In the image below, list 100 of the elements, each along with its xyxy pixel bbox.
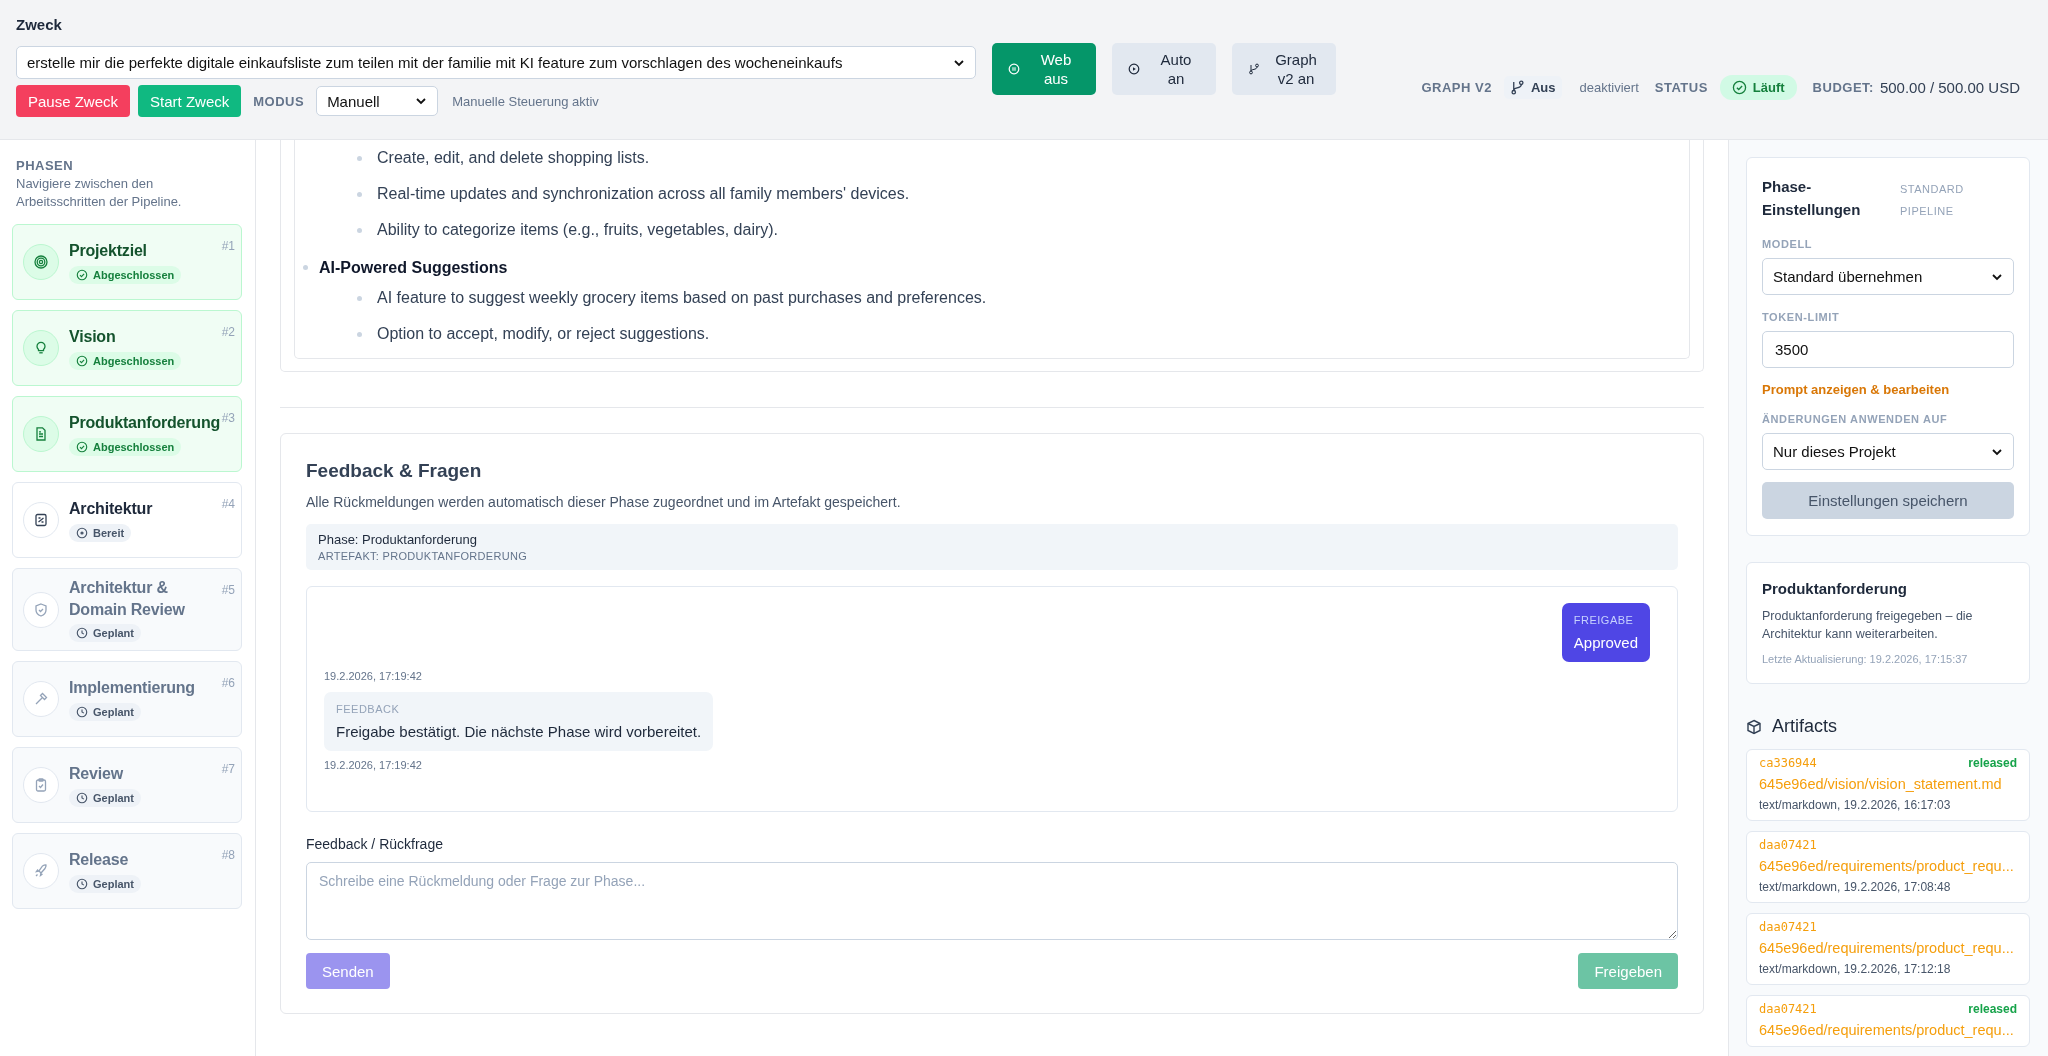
sidebar-title: PHASEN [16,158,75,173]
chevron-down-icon [415,95,428,107]
phase-name: Projektziel [69,241,147,262]
phase-card[interactable]: Vision Abgeschlossen #2 [12,310,242,387]
mode-hint: Manuelle Steuerung aktiv [452,93,599,109]
list-item: Ability to categorize items (e.g., fruits, vegetables, dairy). [377,221,779,238]
status-badge: Abgeschlossen [69,437,182,456]
artifact-path: 645e96ed/requirements/product_requ... [1759,858,2015,875]
status-badge: Geplant [69,789,141,808]
artifact-card[interactable]: ca336944 released 645e96ed/vision/vision_statement.md text/markdown, 19.2.2026, 16:17:03 [1746,749,2030,822]
artifact-path: 645e96ed/vision/vision_statement.md [1759,776,2003,793]
clock-icon [76,627,88,640]
action-button[interactable]: Pause Zweck [16,85,131,117]
apply-label: ÄNDERUNGEN ANWENDEN AUF [1762,413,1949,425]
phase-number: #1 [221,239,235,254]
message-label: FREIGABE [1573,614,1635,626]
phase-card[interactable]: Review Geplant #7 [12,747,242,824]
status-badge: Geplant [69,875,141,894]
toggle-button[interactable]: Auto an [1112,43,1216,95]
message-time: 19.2.2026, 17:19:42 [324,670,423,682]
list-item: AI feature to suggest weekly grocery items based on past purchases and preferences. [377,289,987,306]
phase-card[interactable]: Release Geplant #8 [12,833,242,910]
status-value: Läuft [1752,79,1785,95]
phase-name: Architektur [69,499,153,520]
graph-value: Aus [1530,79,1556,95]
phase-status-text: Produktanforderung freigegeben – die Architektur kann weiterarbeiten. [1762,608,1974,644]
target-icon [23,244,59,281]
released-tag: released [1968,756,2017,771]
feedback-title: Feedback & Fragen [306,460,483,482]
dot-circle-icon [76,526,88,539]
list-heading: AI-Powered Suggestions [319,258,508,278]
status-badge: Geplant [69,703,141,722]
hammer-icon [23,681,59,718]
list-item: Real-time updates and synchronization across all family members' devices. [377,185,910,202]
phase-card[interactable]: Implementierung Geplant #6 [12,661,242,738]
input-label: Feedback / Rückfrage [306,836,444,852]
branch-icon [1248,63,1260,75]
phase-name: Implementierung [69,678,195,699]
status-badge: Abgeschlossen [69,351,182,370]
message-label: FEEDBACK [336,703,401,715]
cube-icon [1746,718,1762,735]
artifact-path: 645e96ed/requirements/product_requ... [1759,1022,2015,1039]
artifact-card[interactable]: daa07421 645e96ed/requirements/product_requ... text/markdown, 19.2.2026, 17:12:18 [1746,913,2030,986]
artifact-card[interactable]: daa07421 645e96ed/requirements/product_requ... text/markdown, 19.2.2026, 17:08:48 [1746,831,2030,904]
rocket-icon [23,853,59,890]
clock-icon [76,878,88,891]
check-circle-icon [76,354,88,367]
artifact-id: daa07421 [1759,1002,1817,1017]
status-label: STATUS [1654,79,1708,95]
feedback-input[interactable]: Schreibe eine Rückmeldung oder Frage zur Phase... [306,862,1678,940]
settings-title: Phase-Einstellungen [1762,177,1862,220]
clock-icon [76,792,88,805]
phase-name: Architektur & Domain Review [69,578,186,620]
mode-select[interactable]: Manuell [316,86,439,116]
apply-select[interactable]: Nur dieses Projekt [1762,433,2014,470]
check-circle-icon [76,268,88,281]
purpose-select[interactable]: erstelle mir die perfekte digitale einkaufsliste zum teilen mit der familie mit KI feature zum vorschlagen des wocheneinkaufs [16,46,976,79]
sidebar-subtitle: Navigiere zwischen den Arbeitsschritten der Pipeline. [16,175,183,211]
list-item: Create, edit, and delete shopping lists. [377,149,650,166]
phase-number: #4 [221,497,235,512]
phase-name: Produktanforderung [69,413,221,434]
budget-value: 500.00 / 500.00 USD [1879,78,2020,96]
phase-number: #3 [221,411,235,426]
artifact-id: daa07421 [1759,920,1817,935]
phase-number: #8 [221,848,235,863]
clipboard-icon [23,767,59,804]
artifact-id: daa07421 [1759,838,1817,853]
branch-icon [1509,79,1525,95]
status-badge: Geplant [69,624,141,643]
purpose-label: Zweck [16,16,63,33]
artifact-path: 645e96ed/requirements/product_requ... [1759,940,2015,957]
phase-number: #5 [221,583,235,598]
artifacts-title: Artifacts [1772,716,1837,738]
settings-scope: STANDARD PIPELINE [1900,182,1965,219]
phase-name: Review [69,764,123,785]
phase-name: Vision [69,327,116,348]
phase-card[interactable]: Architektur & Domain Review Geplant #5 [12,568,242,652]
model-label: MODELL [1762,238,1814,250]
phase-number: #6 [221,676,235,691]
toggle-button[interactable]: Graph v2 an [1232,43,1336,95]
phase-card[interactable]: Architektur Bereit #4 [12,482,242,559]
token-limit-label: TOKEN-LIMIT [1762,311,1841,323]
message-time: 19.2.2026, 17:19:42 [324,759,423,771]
artifact-meta: text/markdown, 19.2.2026, 17:12:18 [1759,962,1952,977]
released-tag: released [1968,1002,2017,1017]
phase-card[interactable]: Projektziel Abgeschlossen #1 [12,224,242,301]
list-item: Option to accept, modify, or reject suggestions. [377,325,710,342]
toggle-button[interactable]: Web aus [992,43,1096,95]
phase-status-title: Produktanforderung [1762,580,1908,597]
artifact-meta: text/markdown, 19.2.2026, 16:17:03 [1759,798,1952,813]
artifact-id: ca336944 [1759,756,1817,771]
status-badge: Bereit [69,523,132,542]
model-select[interactable]: Standard übernehmen [1762,258,2014,295]
lightbulb-icon [23,330,59,367]
clock-icon [76,706,88,719]
token-limit-input[interactable]: 3500 [1762,331,2014,368]
phase-card[interactable]: Produktanforderung Abgeschlossen #3 [12,396,242,473]
check-circle-icon [1731,79,1747,95]
check-circle-icon [76,440,88,453]
mode-label: MODUS [253,93,305,109]
